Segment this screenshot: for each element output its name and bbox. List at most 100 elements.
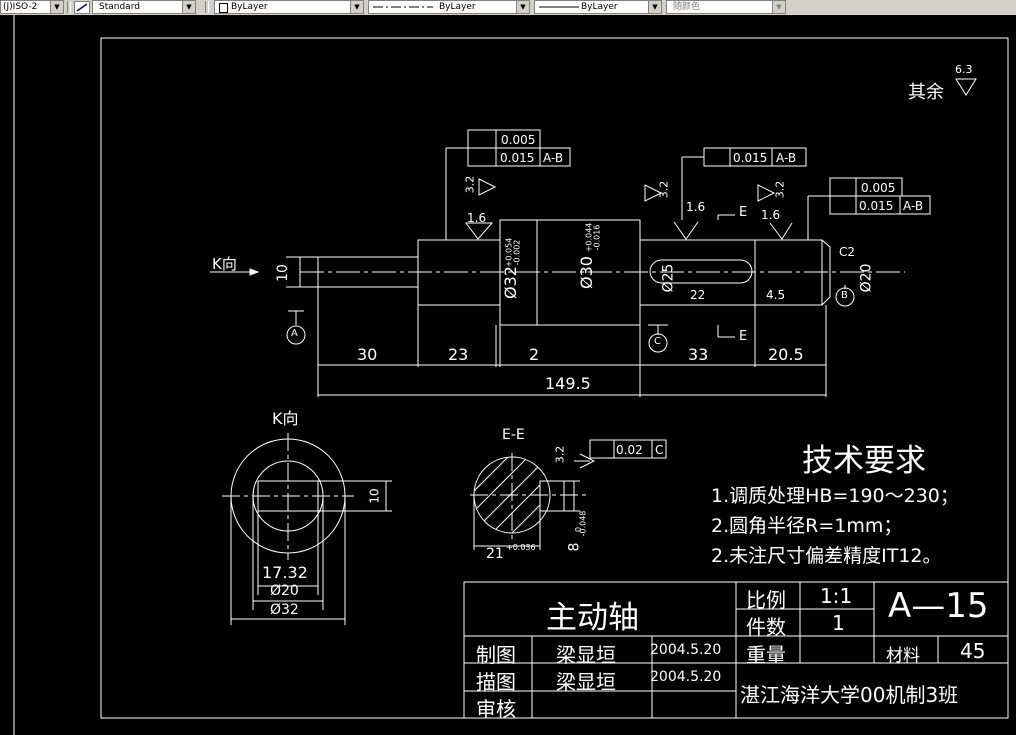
dim-d20-label: Ø20 [858, 263, 875, 293]
chevron-down-icon: ▼ [516, 1, 529, 13]
toolbar-separator [67, 1, 71, 13]
tol-right-2: 0.015 [859, 199, 894, 213]
color-swatch-icon [219, 3, 228, 13]
drawing-canvas[interactable]: 其余 6.3 K向 10 A C B 0.005 0.015 A-B 0.015… [0, 15, 1016, 735]
roughness-16-b: 1.6 [686, 200, 706, 214]
dim-d25-label: Ø25 [660, 263, 677, 293]
dim-10-label: 10 [274, 264, 291, 282]
dim-30-label: 30 [357, 345, 378, 364]
k-dim-d32: Ø32 [270, 602, 299, 618]
layer-dropdown[interactable]: ByLayer ▼ [214, 0, 364, 14]
dim-2-label: 2 [529, 345, 540, 364]
dim-d32-label: Ø32 [500, 266, 520, 299]
tech-req-item: 1.调质处理HB=190～230； [711, 485, 959, 507]
qty-label: 件数 [746, 615, 786, 639]
e-dim-21: 21 [486, 546, 504, 562]
material-value: 45 [960, 639, 986, 663]
roughness-symbol [769, 222, 793, 240]
drawn-label: 制图 [476, 643, 516, 667]
dim-23-label: 23 [448, 345, 469, 364]
datum-a-label: A [291, 328, 298, 339]
qty-value: 1 [832, 611, 845, 635]
dimstyle-icon[interactable] [74, 1, 90, 14]
properties-toolbar: (J)ISO-2 ▼ Standard ▼ ByLayer ▼ ByLayer … [0, 0, 1016, 16]
tol-runout-1: 0.005 [501, 133, 536, 147]
section-e-top: E [739, 205, 748, 220]
roughness-default-value: 6.3 [955, 63, 973, 76]
dim-4-5-label: 4.5 [766, 288, 786, 302]
tech-req-title: 技术要求 [802, 443, 926, 479]
color-dropdown[interactable]: 随颜色 ▼ [666, 0, 786, 14]
chevron-down-icon: ▼ [350, 1, 363, 13]
e-dim-8: 8 [566, 542, 583, 552]
drawing-geometry [13, 15, 1009, 735]
datum-b-label: B [841, 290, 848, 301]
tol-runout-1b: 0.015 [500, 151, 535, 165]
tol-right-ref: A-B [903, 199, 924, 213]
roughness-symbol [478, 178, 497, 196]
dim-22-label: 22 [690, 288, 706, 302]
school-name: 湛江海洋大学00机制3班 [740, 683, 959, 707]
drawing-number: A—15 [888, 586, 989, 626]
tech-req-item: 2.未注尺寸偏差精度IT12。 [711, 545, 942, 567]
k-dim-10: 10 [367, 488, 382, 504]
roughness-symbol [465, 222, 494, 240]
roughness-symbol [673, 221, 699, 240]
section-keyway [539, 480, 565, 512]
dim-33-label: 33 [688, 345, 709, 364]
scale-value: 1:1 [820, 584, 853, 608]
traced-name: 梁显垣 [556, 670, 616, 694]
dim-style-value: Standard [99, 2, 140, 12]
drawn-name: 梁显垣 [556, 643, 616, 667]
roughness-note: 其余 [908, 82, 944, 103]
roughness-32-d: 3.2 [553, 445, 567, 464]
text-style-dropdown[interactable]: (J)ISO-2 ▼ [0, 0, 64, 14]
chevron-down-icon: ▼ [50, 1, 63, 13]
material-label: 材料 [886, 646, 920, 666]
section-title: E-E [502, 427, 525, 443]
check-label: 审核 [476, 697, 516, 721]
roughness-symbol [757, 184, 776, 202]
roughness-symbol [955, 78, 977, 96]
section-e-bottom: E [739, 329, 748, 344]
dim-d30-label: Ø30 [576, 256, 596, 289]
view-k-arrow-label: K向 [212, 255, 237, 273]
chevron-down-icon: ▼ [648, 1, 661, 13]
datum-c-label: C [654, 336, 661, 347]
lineweight-value: ByLayer [581, 2, 618, 12]
e-dim-8-tol-dn: -0.048 [578, 510, 588, 537]
tol-sym-value: 0.02 [616, 443, 643, 457]
chamfer-c2-label: C2 [839, 245, 856, 259]
tol-mid-ref: A-B [776, 151, 797, 165]
drawn-date: 2004.5.20 [650, 642, 722, 658]
roughness-16-a: 1.6 [467, 211, 487, 225]
traced-label: 描图 [476, 670, 516, 694]
dim-149-5-label: 149.5 [545, 374, 591, 393]
tech-req-item: 2.圆角半径R=1mm； [711, 515, 903, 537]
dim-d32-tol-dn: -0.002 [512, 239, 522, 266]
chevron-down-icon: ▼ [772, 1, 785, 13]
view-k-title: K向 [272, 409, 299, 428]
linetype-dropdown[interactable]: ByLayer ▼ [368, 0, 530, 14]
roughness-16-c: 1.6 [761, 208, 781, 222]
chevron-down-icon: ▼ [182, 1, 195, 13]
dim-20-5-label: 20.5 [768, 345, 804, 364]
roughness-32-a: 3.2 [463, 175, 477, 194]
lineweight-dropdown[interactable]: ByLayer ▼ [534, 0, 662, 14]
dim-style-dropdown[interactable]: Standard ▼ [92, 0, 196, 14]
tol-right-1: 0.005 [861, 181, 896, 195]
tol-ref-ab: A-B [543, 151, 564, 165]
e-dim-21-tol: +0.036 [506, 543, 536, 552]
text-style-value: (J)ISO-2 [3, 2, 38, 12]
part-name: 主动轴 [546, 600, 639, 636]
k-dim-d20: Ø20 [270, 583, 299, 599]
color-value: 随颜色 [673, 2, 701, 12]
lineweight-preview-icon [539, 6, 579, 8]
linetype-value: ByLayer [439, 2, 476, 12]
layer-value: ByLayer [231, 2, 268, 12]
dim-d30-tol-dn: -0.016 [592, 224, 602, 251]
tol-sym-ref: C [655, 443, 664, 457]
traced-date: 2004.5.20 [650, 669, 722, 685]
toolbar-separator [205, 1, 209, 13]
roughness-32-b: 3.2 [657, 180, 671, 199]
